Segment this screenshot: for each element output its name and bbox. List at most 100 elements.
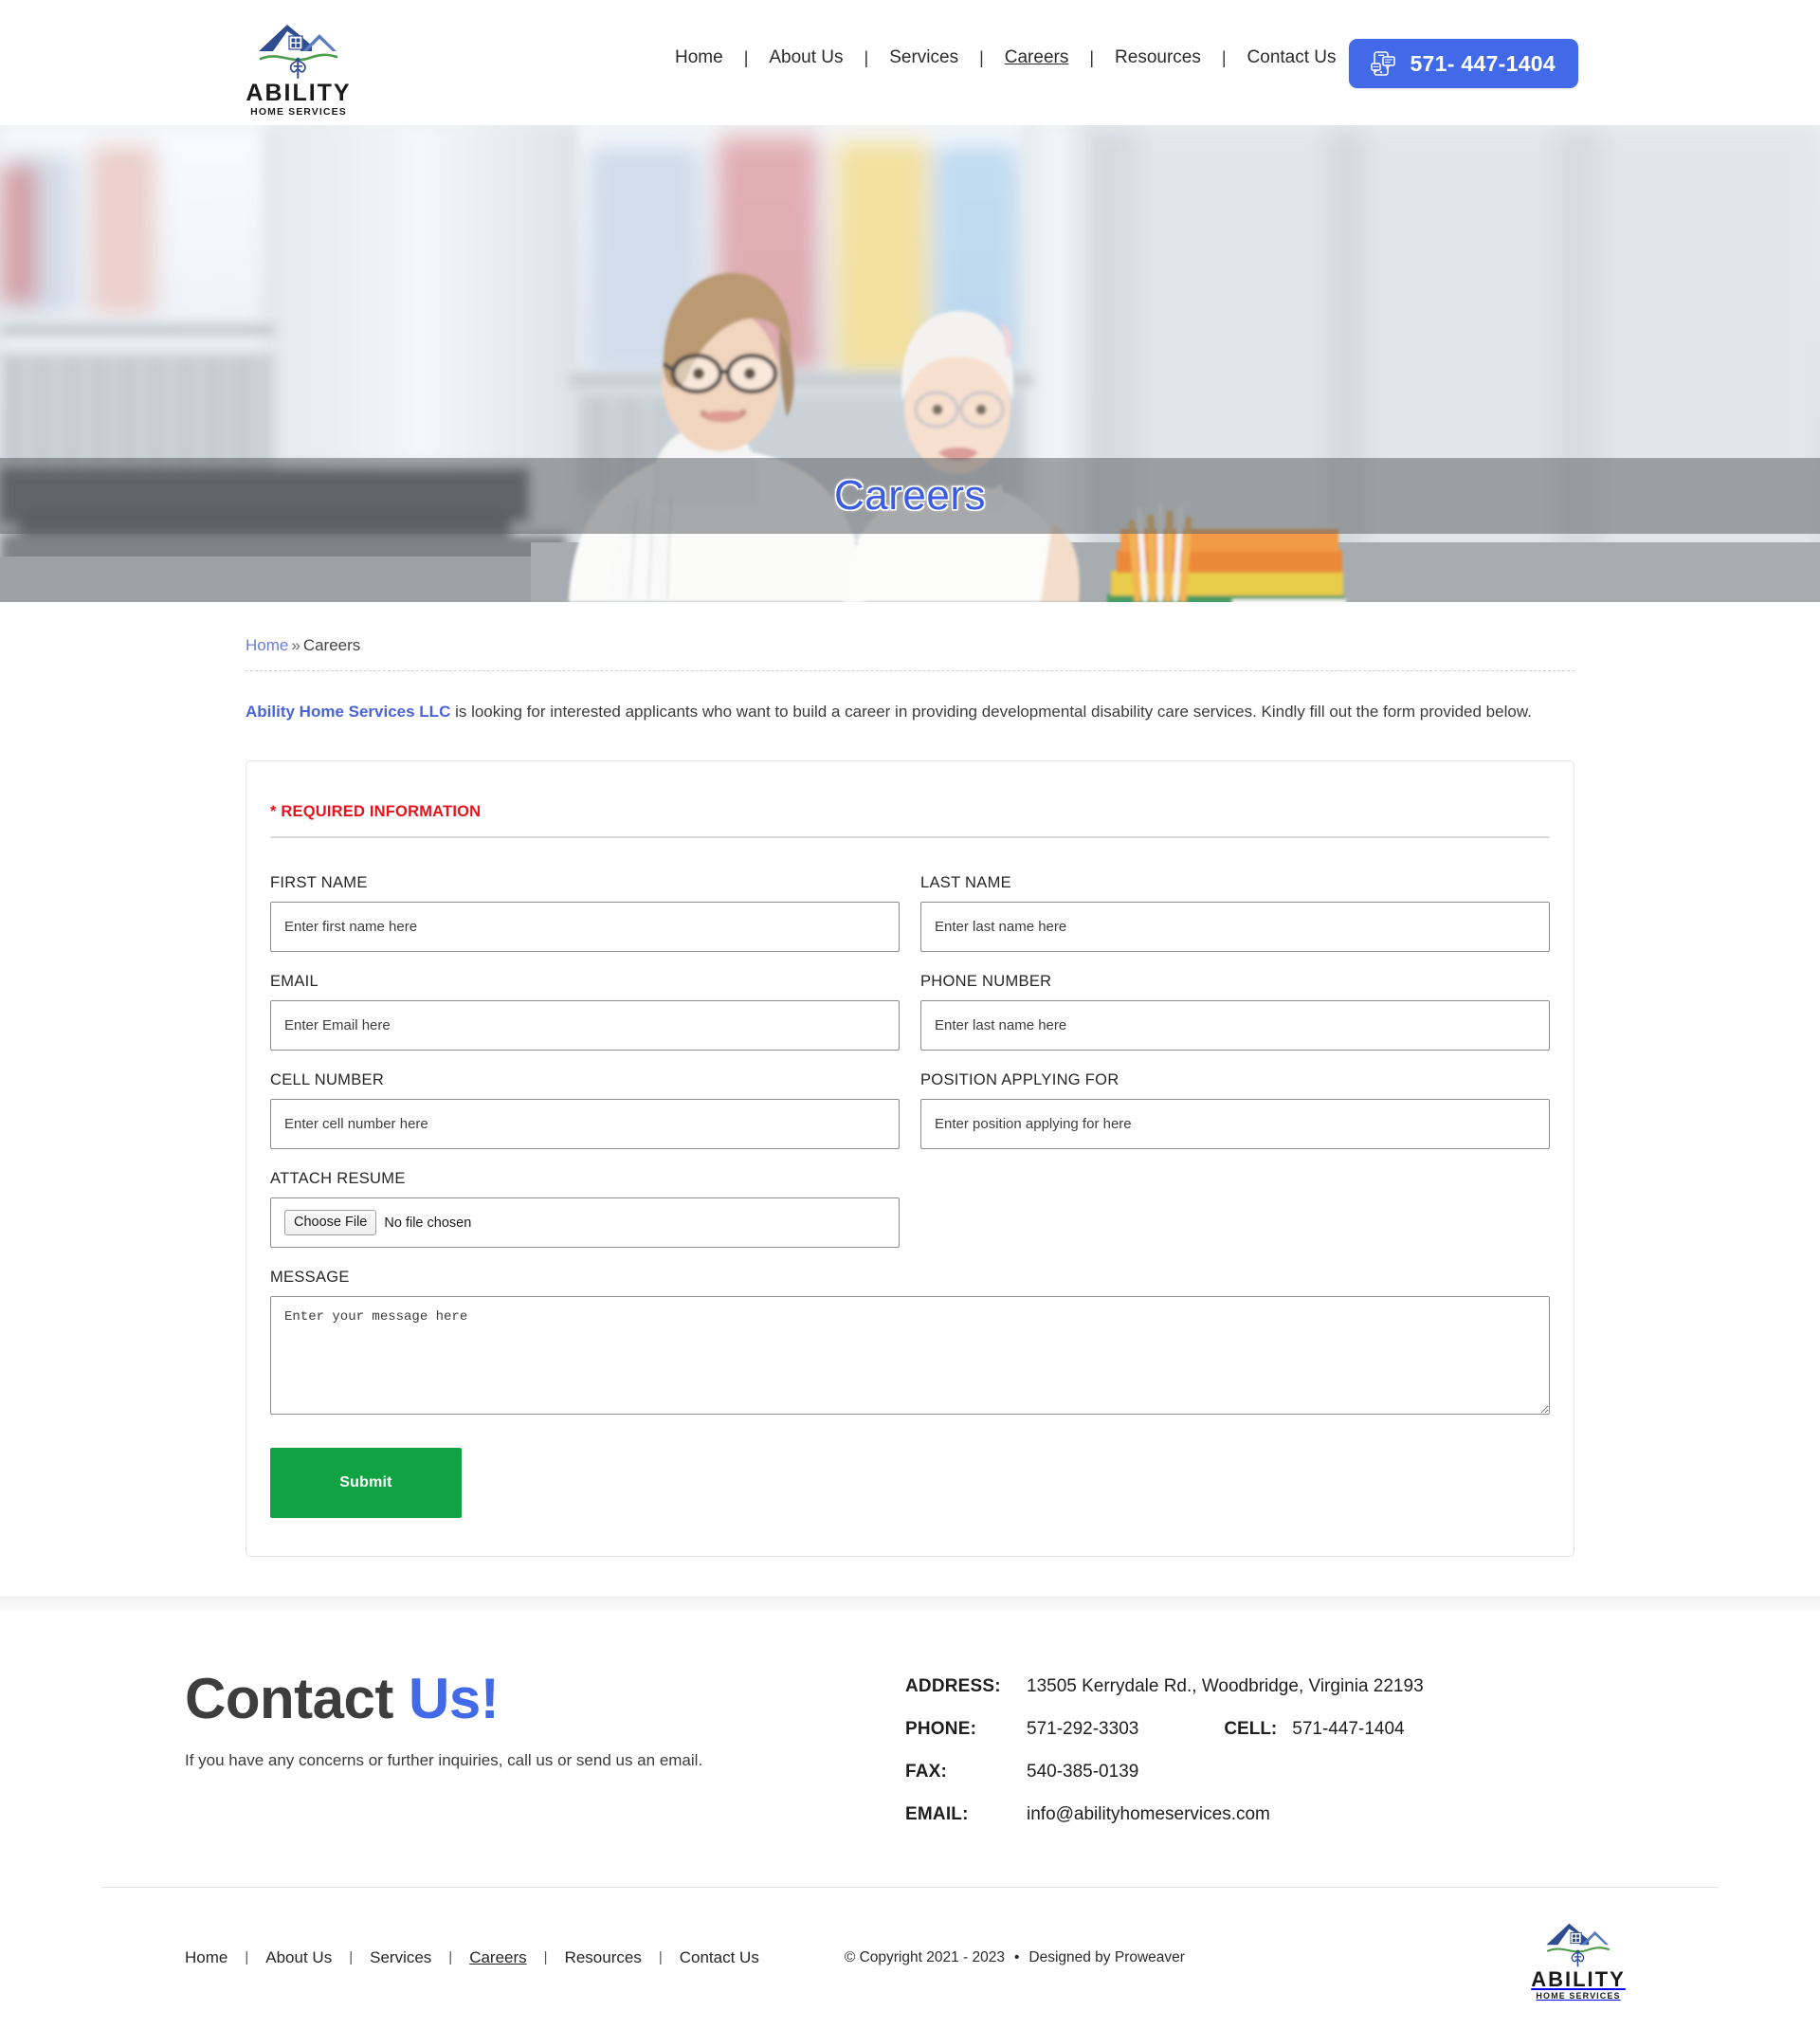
- input-email[interactable]: [270, 1000, 900, 1051]
- contact-address-row: ADDRESS: 13505 Kerrydale Rd., Woodbridge…: [905, 1676, 1635, 1697]
- copyright-dot: •: [1013, 1948, 1020, 1965]
- field-message: MESSAGE: [270, 1269, 1550, 1419]
- fax-value: 540-385-0139: [1027, 1762, 1139, 1782]
- form-row-attach-resume: ATTACH RESUME Choose File No file chosen: [270, 1170, 1550, 1248]
- label-position-applying-for: POSITION APPLYING FOR: [920, 1071, 1119, 1088]
- breadcrumb-home-link[interactable]: Home: [246, 636, 288, 654]
- breadcrumb: Home» Careers: [246, 602, 1574, 671]
- contact-email-row: EMAIL: info@abilityhomeservices.com: [905, 1804, 1635, 1825]
- form-row-message: MESSAGE: [270, 1269, 1550, 1419]
- footer-nav-item-careers[interactable]: Careers: [452, 1948, 543, 1967]
- page-title: Careers: [834, 472, 986, 519]
- fax-label: FAX:: [905, 1762, 948, 1782]
- nav-item-resources[interactable]: Resources: [1094, 47, 1222, 68]
- footer-nav-item-contact-us[interactable]: Contact Us: [663, 1948, 776, 1967]
- site-footer: Contact Us! If you have any concerns or …: [0, 1610, 1820, 2029]
- label-message: MESSAGE: [270, 1269, 350, 1286]
- required-information-note: * REQUIRED INFORMATION: [270, 803, 1550, 838]
- careers-application-form: * REQUIRED INFORMATION FIRST NAME LAST N…: [246, 760, 1574, 1557]
- footer-contact-heading-block: Contact Us! If you have any concerns or …: [185, 1669, 905, 1770]
- contact-fax-row: FAX: 540-385-0139: [905, 1762, 1635, 1782]
- contact-phone-row: PHONE: 571-292-3303 CELL: 571-447-1404: [905, 1719, 1635, 1740]
- field-last-name: LAST NAME: [920, 874, 1550, 952]
- contact-heading-accent: Us!: [409, 1667, 500, 1730]
- input-phone-number[interactable]: [920, 1000, 1550, 1051]
- form-row-cell-position: CELL NUMBER POSITION APPLYING FOR: [270, 1071, 1550, 1149]
- nav-item-home[interactable]: Home: [654, 47, 744, 68]
- footer-logo-wordmark-sub: HOME SERVICES: [1536, 1991, 1621, 2001]
- footer-nav-item-resources[interactable]: Resources: [548, 1948, 659, 1967]
- footer-navigation: Home | About Us | Services | Careers | R…: [185, 1948, 776, 1967]
- mobile-chat-icon: [1371, 51, 1396, 76]
- designer-credit[interactable]: Designed by Proweaver: [1028, 1949, 1185, 1965]
- copyright-block: © Copyright 2021 - 2023 • Designed by Prow…: [845, 1949, 1185, 1966]
- field-attach-resume: ATTACH RESUME Choose File No file chosen: [270, 1170, 900, 1248]
- primary-navigation: Home | About Us | Services | Careers | R…: [654, 47, 1357, 68]
- intro-body-text: is looking for interested applicants who…: [450, 703, 1532, 721]
- hero-banner: Careers: [0, 125, 1820, 602]
- field-phone-number: PHONE NUMBER: [920, 973, 1550, 1051]
- field-position-applying-for: POSITION APPLYING FOR: [920, 1071, 1550, 1149]
- footer-logo-wordmark: ABILITY HOME SERVICES: [1521, 1969, 1635, 2001]
- breadcrumb-current: Careers: [302, 636, 361, 654]
- address-value: 13505 Kerrydale Rd., Woodbridge, Virgini…: [1027, 1676, 1424, 1696]
- address-label: ADDRESS:: [905, 1676, 1001, 1696]
- field-email: EMAIL: [270, 973, 900, 1051]
- footer-nav-item-about-us[interactable]: About Us: [248, 1948, 349, 1967]
- label-email: EMAIL: [270, 973, 319, 990]
- footer-bottom-divider: Home | About Us | Services | Careers | R…: [101, 1887, 1719, 2029]
- site-logo[interactable]: ABILITY HOME SERVICES: [242, 13, 355, 118]
- contact-subtext: If you have any concerns or further inqu…: [185, 1751, 703, 1769]
- field-first-name: FIRST NAME: [270, 874, 900, 952]
- footer-upper: Contact Us! If you have any concerns or …: [185, 1669, 1635, 1847]
- intro-paragraph: Ability Home Services LLC is looking for…: [246, 696, 1535, 728]
- choose-file-button[interactable]: Choose File: [284, 1210, 377, 1235]
- form-row-names: FIRST NAME LAST NAME: [270, 874, 1550, 952]
- logo-wordmark: ABILITY HOME SERVICES: [242, 82, 355, 118]
- input-cell-number[interactable]: [270, 1099, 900, 1149]
- ability-home-logo-icon: [259, 25, 338, 79]
- label-attach-resume: ATTACH RESUME: [270, 1170, 406, 1187]
- nav-item-about-us[interactable]: About Us: [748, 47, 864, 68]
- nav-item-services[interactable]: Services: [868, 47, 979, 68]
- field-spacer: [920, 1170, 1550, 1248]
- intro-brand-name: Ability Home Services LLC: [246, 703, 451, 721]
- nav-item-careers[interactable]: Careers: [984, 47, 1090, 68]
- ability-home-logo-icon: [1546, 1923, 1611, 1967]
- header-phone-button[interactable]: 571- 447-1404: [1349, 39, 1578, 88]
- form-row-email-phone: EMAIL PHONE NUMBER: [270, 973, 1550, 1051]
- submit-button[interactable]: Submit: [270, 1448, 462, 1518]
- footer-bottom-bar: Home | About Us | Services | Careers | R…: [185, 1888, 1635, 2029]
- field-cell-number: CELL NUMBER: [270, 1071, 900, 1149]
- phone-label: PHONE:: [905, 1719, 977, 1739]
- label-phone-number: PHONE NUMBER: [920, 973, 1052, 990]
- form-row-submit: Submit: [270, 1448, 1550, 1518]
- input-position-applying-for[interactable]: [920, 1099, 1550, 1149]
- footer-divider: [0, 1597, 1820, 1610]
- footer-nav-item-services[interactable]: Services: [353, 1948, 448, 1967]
- footer-logo-wordmark-main: ABILITY: [1531, 1967, 1626, 1991]
- breadcrumb-separator: »: [291, 636, 300, 654]
- footer-contact-details: ADDRESS: 13505 Kerrydale Rd., Woodbridge…: [905, 1669, 1635, 1847]
- cell-label: CELL:: [1224, 1719, 1278, 1739]
- hero-title-band: Careers: [0, 458, 1820, 534]
- file-chosen-status: No file chosen: [384, 1215, 472, 1231]
- phone-value[interactable]: 571-292-3303: [1027, 1719, 1138, 1740]
- footer-nav-item-home[interactable]: Home: [185, 1948, 245, 1967]
- label-cell-number: CELL NUMBER: [270, 1071, 385, 1088]
- input-last-name[interactable]: [920, 902, 1550, 952]
- file-upload-control[interactable]: Choose File No file chosen: [270, 1197, 900, 1248]
- header-phone-number: 571- 447-1404: [1410, 50, 1556, 76]
- nav-item-contact-us[interactable]: Contact Us: [1227, 47, 1357, 68]
- logo-wordmark-sub: HOME SERVICES: [250, 106, 347, 118]
- label-first-name: FIRST NAME: [270, 874, 368, 891]
- email-value[interactable]: info@abilityhomeservices.com: [1027, 1804, 1270, 1825]
- input-message[interactable]: [270, 1296, 1550, 1415]
- cell-value[interactable]: 571-447-1404: [1292, 1719, 1404, 1740]
- footer-logo[interactable]: ABILITY HOME SERVICES: [1521, 1914, 1635, 2001]
- logo-wordmark-main: ABILITY: [246, 80, 352, 106]
- input-first-name[interactable]: [270, 902, 900, 952]
- main-content: Home» Careers Ability Home Services LLC i…: [246, 602, 1574, 1557]
- site-header: ABILITY HOME SERVICES Home | About Us | …: [0, 0, 1820, 125]
- label-last-name: LAST NAME: [920, 874, 1011, 891]
